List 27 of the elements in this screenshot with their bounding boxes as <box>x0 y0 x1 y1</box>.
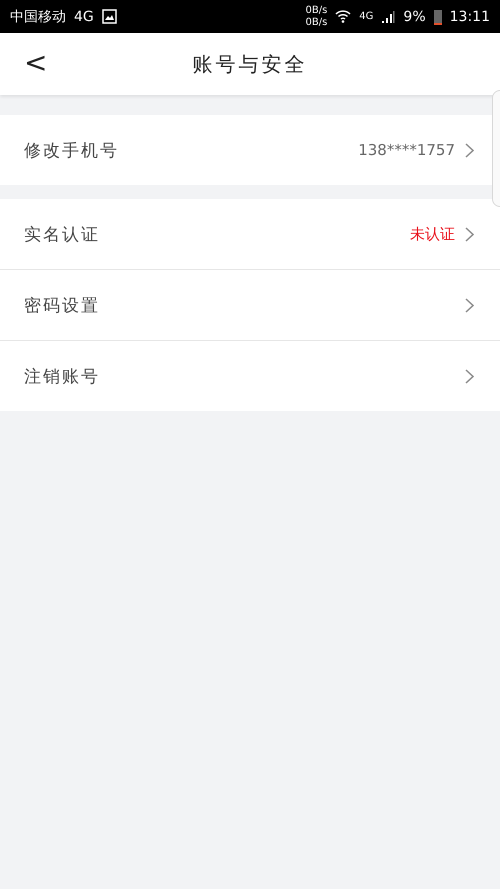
image-icon <box>102 9 117 24</box>
page-title: 账号与安全 <box>192 50 308 78</box>
row-value: 未认证 <box>410 224 455 244</box>
row-label: 注销账号 <box>24 366 100 388</box>
chevron-right-icon <box>465 368 474 384</box>
battery-percent: 9% <box>403 8 426 24</box>
settings-row[interactable]: 实名认证 未认证 <box>0 199 500 269</box>
chevron-right-icon <box>465 226 474 242</box>
row-label: 修改手机号 <box>24 140 119 162</box>
settings-row[interactable]: 注销账号 <box>0 340 500 411</box>
row-value: 138****1757 <box>358 141 455 159</box>
wifi-icon <box>335 10 352 24</box>
clock-time: 13:11 <box>450 8 490 24</box>
back-button[interactable]: < <box>18 47 54 79</box>
battery-icon <box>434 8 442 24</box>
chevron-right-icon <box>465 142 474 158</box>
network-type: 4G <box>359 11 374 22</box>
download-speed: 0B/s <box>305 16 328 28</box>
upload-speed: 0B/s <box>305 4 328 16</box>
row-label: 实名认证 <box>24 224 100 246</box>
settings-row[interactable]: 修改手机号 138****1757 <box>0 115 500 185</box>
chevron-right-icon <box>465 298 474 312</box>
network-type: 4G <box>74 8 94 24</box>
carrier-name: 中国移动 <box>10 8 66 26</box>
signal-icon <box>381 10 396 24</box>
row-label: 密码设置 <box>24 294 100 316</box>
settings-row[interactable]: 密码设置 <box>0 269 500 340</box>
